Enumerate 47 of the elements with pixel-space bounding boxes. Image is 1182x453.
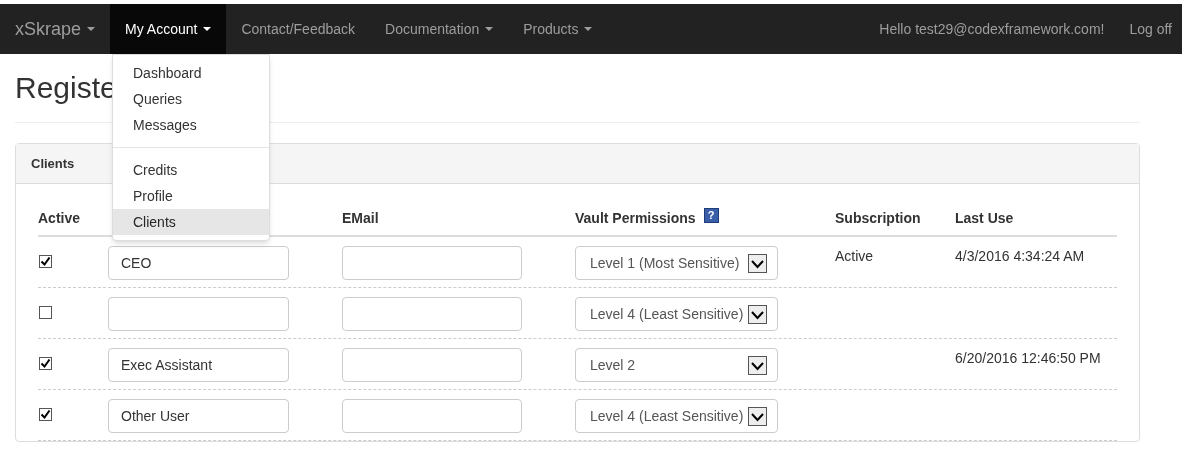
- last-use-time: 4/3/2016 4:34:24 AM: [955, 248, 1085, 264]
- dropdown-icon: [748, 304, 767, 324]
- menu-item[interactable]: Clients: [113, 209, 269, 235]
- name-field[interactable]: Other User: [108, 399, 289, 433]
- column-header: Active: [38, 209, 81, 228]
- permission-select[interactable]: Level 4 (Least Sensitive): [575, 297, 778, 331]
- email-field[interactable]: [342, 297, 522, 331]
- name-field[interactable]: [108, 297, 289, 331]
- checkbox[interactable]: [39, 408, 52, 421]
- column-header: EMail: [342, 209, 379, 228]
- checkbox[interactable]: [39, 357, 52, 370]
- checkbox[interactable]: [39, 306, 52, 319]
- menu-item[interactable]: Queries: [113, 86, 269, 112]
- nav-item[interactable]: Documentation: [370, 4, 509, 54]
- name-field[interactable]: CEO: [108, 246, 289, 280]
- caret-icon: [87, 27, 96, 31]
- checkbox[interactable]: [39, 255, 52, 268]
- subscription-status: Active: [835, 248, 874, 264]
- menu-item[interactable]: Profile: [113, 183, 269, 209]
- nav-item[interactable]: Contact/Feedback: [226, 4, 371, 54]
- column-header: Vault Permissions: [575, 209, 696, 228]
- help-icon[interactable]: ?: [703, 208, 719, 223]
- dropdown-icon: [748, 406, 767, 426]
- column-header: Subscription: [835, 209, 921, 228]
- last-use-time: 6/20/2016 12:46:50 PM: [955, 350, 1101, 366]
- panel-title: Clients: [31, 154, 75, 173]
- dropdown-icon: [748, 253, 767, 273]
- menu-item[interactable]: Messages: [113, 112, 269, 138]
- brand-link[interactable]: xSkrape: [0, 4, 111, 54]
- permission-select[interactable]: Level 4 (Least Sensitive): [575, 399, 778, 433]
- permission-select[interactable]: Level 2: [575, 348, 778, 382]
- email-field[interactable]: [342, 348, 522, 382]
- email-field[interactable]: [342, 399, 522, 433]
- greeting-text: Hello test29@codexframework.com!: [878, 19, 1106, 39]
- menu-item[interactable]: Credits: [113, 157, 269, 183]
- caret-icon: [203, 27, 212, 31]
- menu-item[interactable]: Dashboard: [113, 60, 269, 86]
- column-header: Last Use: [955, 209, 1014, 228]
- nav-item[interactable]: Products: [508, 4, 608, 54]
- caret-icon: [485, 27, 494, 31]
- name-field[interactable]: Exec Assistant: [108, 348, 289, 382]
- dropdown-icon: [748, 355, 767, 375]
- email-field[interactable]: [342, 246, 522, 280]
- caret-icon: [584, 27, 593, 31]
- logoff-link[interactable]: Log off: [1119, 4, 1182, 54]
- permission-select[interactable]: Level 1 (Most Sensitive): [575, 246, 778, 280]
- nav-item[interactable]: My Account: [110, 4, 227, 54]
